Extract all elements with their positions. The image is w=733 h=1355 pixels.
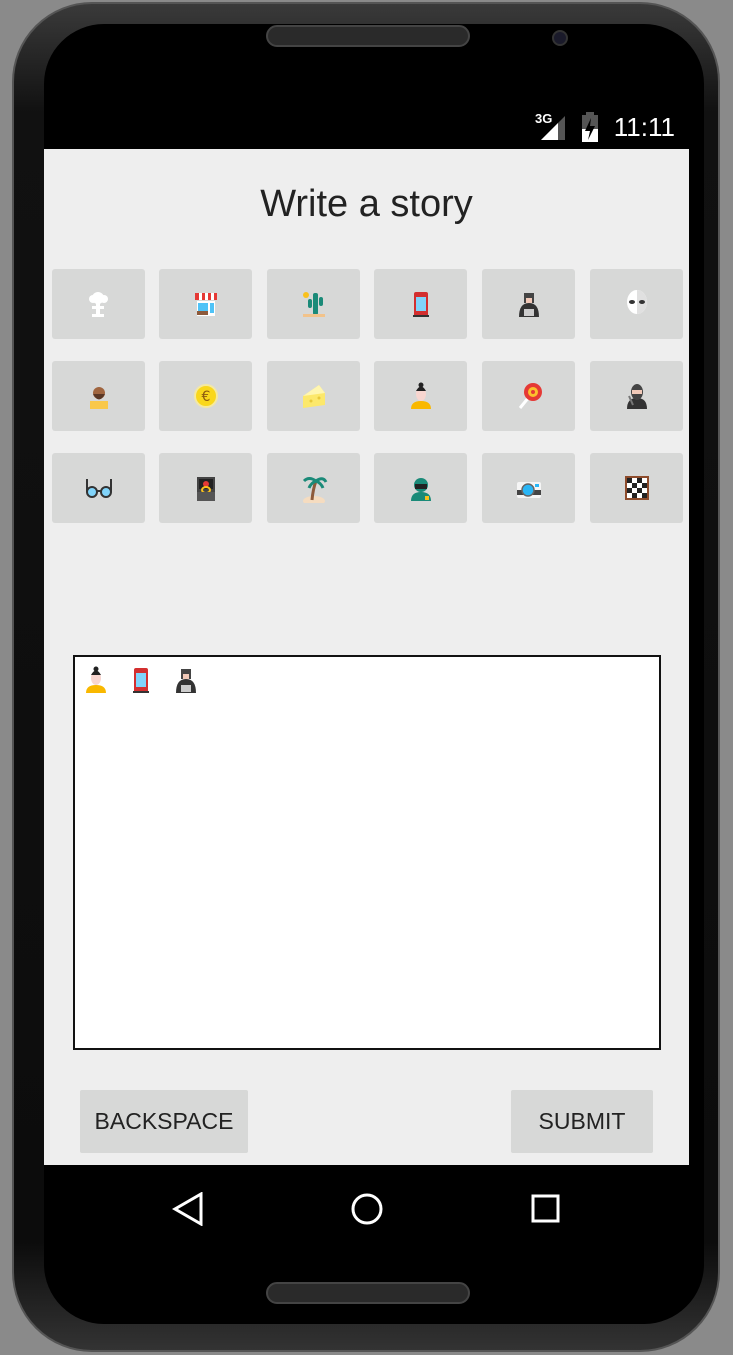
- bearded-man-icon: [89, 387, 108, 409]
- page-title: Write a story: [260, 183, 473, 225]
- alien-icon: [626, 290, 647, 314]
- batman-icon: [518, 293, 539, 317]
- chessboard-icon: [624, 476, 649, 500]
- ring-box-icon: [196, 477, 215, 501]
- tile-palm-island[interactable]: [267, 453, 360, 523]
- shop-icon: [194, 293, 217, 316]
- cheese-icon: [302, 385, 325, 408]
- camera-icon: [516, 482, 541, 498]
- story-item-phone-booth: [126, 665, 156, 700]
- story-item-batman: [171, 665, 201, 700]
- soldier-icon: [410, 478, 431, 501]
- front-camera: [552, 30, 568, 46]
- signal-icon: [541, 116, 565, 140]
- tile-ring-box[interactable]: [159, 453, 252, 523]
- recents-icon[interactable]: [531, 1194, 561, 1224]
- tile-shop[interactable]: [159, 269, 252, 339]
- tile-euro-coin[interactable]: €: [159, 361, 252, 431]
- backspace-button[interactable]: BACKSPACE: [80, 1090, 248, 1153]
- phone-booth-icon: [412, 292, 429, 317]
- clock: 11:11: [613, 112, 675, 142]
- navigation-bar: [44, 1165, 689, 1250]
- back-icon[interactable]: [172, 1192, 204, 1226]
- submit-button[interactable]: SUBMIT: [511, 1090, 653, 1153]
- tile-cactus[interactable]: [267, 269, 360, 339]
- tile-glasses[interactable]: [52, 453, 145, 523]
- phone-booth-icon: [133, 668, 149, 693]
- svg-text:€: €: [201, 389, 210, 405]
- story-box[interactable]: [73, 655, 661, 1050]
- status-bar: 3G 11:11: [44, 104, 689, 149]
- top-speaker: [266, 25, 470, 47]
- tile-camera[interactable]: [482, 453, 575, 523]
- tile-lollipop[interactable]: [482, 361, 575, 431]
- tile-bearded-man[interactable]: [52, 361, 145, 431]
- palm-island-icon: [302, 477, 327, 503]
- battery-charging-icon: [582, 112, 598, 142]
- euro-coin-icon: €: [193, 384, 218, 408]
- home-icon[interactable]: [350, 1192, 384, 1226]
- cactus-icon: [302, 292, 325, 317]
- tile-cheese[interactable]: [267, 361, 360, 431]
- tile-woman[interactable]: [374, 361, 467, 431]
- batman-icon: [176, 669, 196, 693]
- lollipop-icon: [518, 383, 542, 409]
- app-content: Write a story € BACKSPACE SUBMIT: [44, 149, 689, 1165]
- tile-chessboard[interactable]: [590, 453, 683, 523]
- tile-soldier[interactable]: [374, 453, 467, 523]
- woman-icon: [86, 666, 106, 693]
- tile-mushroom-cloud[interactable]: [52, 269, 145, 339]
- tile-phone-booth[interactable]: [374, 269, 467, 339]
- ninja-icon: [626, 384, 647, 409]
- tile-batman[interactable]: [482, 269, 575, 339]
- screen: 3G 11:11 Write a story € BACKSPACE SUBMI…: [44, 104, 689, 1250]
- mushroom-cloud-icon: [88, 292, 108, 317]
- glasses-icon: [85, 479, 112, 498]
- tile-alien[interactable]: [590, 269, 683, 339]
- bottom-speaker: [266, 1282, 470, 1304]
- story-item-woman: [81, 665, 111, 700]
- tile-ninja[interactable]: [590, 361, 683, 431]
- woman-icon: [410, 382, 431, 409]
